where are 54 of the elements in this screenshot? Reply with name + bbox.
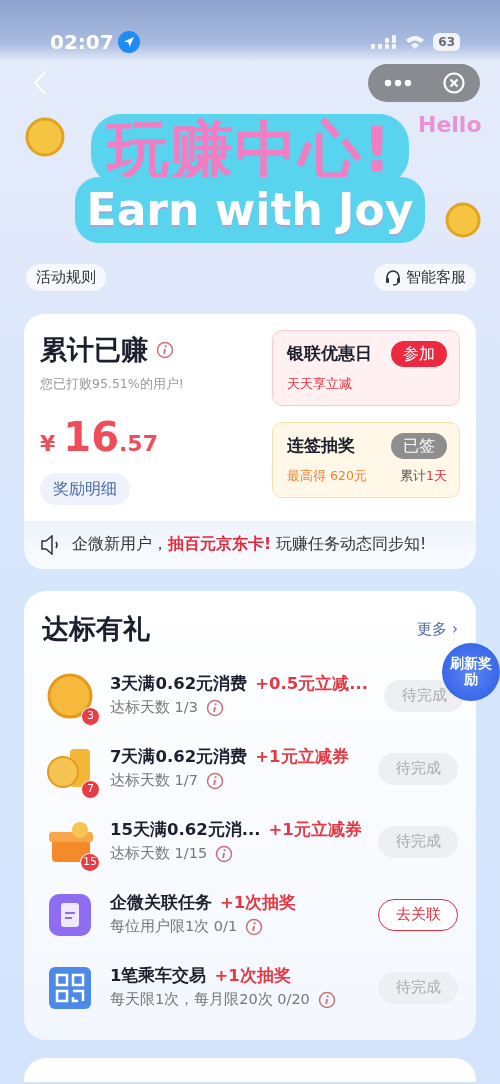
coin-icon — [46, 671, 94, 720]
task-limit-text: 每天限1次，每月限20次 0/20 — [110, 990, 310, 1009]
banner-subtitle: Earn with Joy — [74, 177, 426, 244]
task-title: 3天满0.62元消费 — [110, 673, 248, 696]
wifi-icon — [405, 35, 426, 49]
promo-note: 最高得 620元 — [287, 467, 367, 485]
earnings-subtitle: 您已打败95.51%的用户! — [40, 374, 185, 393]
promo-count: 累计1天 — [400, 467, 447, 485]
service-link[interactable]: 智能客服 — [374, 264, 476, 291]
headset-icon — [384, 268, 402, 287]
task-reward: +0.5元立减... — [255, 673, 369, 696]
earnings-title: 累计已赚 — [40, 333, 148, 367]
task-limit-text: 每位用户限1次 0/1 — [110, 917, 238, 936]
info-icon[interactable] — [205, 771, 224, 790]
rules-link[interactable]: 活动规则 — [26, 264, 106, 291]
hello-text: Hello — [418, 111, 482, 139]
notice-text: 企微新用户，抽百元京东卡! 玩赚任务动态同步知! — [72, 534, 427, 556]
task-limit-text: 达标天数 1/15 — [110, 844, 208, 863]
task-title: 7天满0.62元消费 — [110, 746, 248, 769]
task-limit-text: 达标天数 1/3 — [110, 698, 198, 717]
promo-title: 连签抽奖 — [287, 434, 355, 458]
battery-level: 63 — [433, 33, 460, 51]
task-title: 1笔乘车交易 — [110, 965, 207, 988]
location-icon — [117, 31, 140, 53]
info-icon[interactable] — [205, 698, 224, 717]
task-title: 15天满0.62元消... — [110, 819, 261, 842]
count-badge: 7 — [81, 779, 100, 799]
more-icon[interactable] — [383, 79, 412, 87]
status-time: 02:07 — [50, 29, 114, 56]
info-icon[interactable] — [215, 844, 234, 863]
task-reward: +1元立减券 — [255, 746, 349, 769]
count-badge: 15 — [80, 852, 100, 872]
task-reward: +1次抽奖 — [220, 892, 297, 915]
info-icon[interactable] — [156, 341, 174, 360]
coin-icon — [445, 202, 481, 238]
details-button[interactable]: 奖励明细 — [40, 473, 130, 506]
promo-title: 银联优惠日 — [287, 342, 372, 366]
info-icon[interactable] — [245, 917, 264, 936]
more-link[interactable]: 更多 › — [417, 617, 458, 640]
coin-icon — [25, 117, 65, 157]
count-badge: 3 — [81, 706, 100, 726]
promo-note: 天天享立减 — [287, 375, 352, 393]
task-title: 企微关联任务 — [110, 892, 212, 915]
promo-button[interactable]: 参加 — [391, 341, 447, 367]
section-title: 达标有礼 — [42, 611, 150, 646]
task-reward: +1元立减券 — [268, 819, 362, 842]
earnings-amount: ¥ 16.57 — [40, 413, 159, 463]
close-icon[interactable] — [442, 72, 465, 94]
task-button[interactable]: 去关联 — [378, 898, 458, 931]
info-icon[interactable] — [317, 990, 336, 1009]
task-limit-text: 达标天数 1/7 — [110, 771, 198, 790]
promo-button[interactable]: 已签 — [391, 433, 447, 459]
task-reward: +1次抽奖 — [214, 965, 291, 988]
signal-icon — [371, 35, 398, 49]
